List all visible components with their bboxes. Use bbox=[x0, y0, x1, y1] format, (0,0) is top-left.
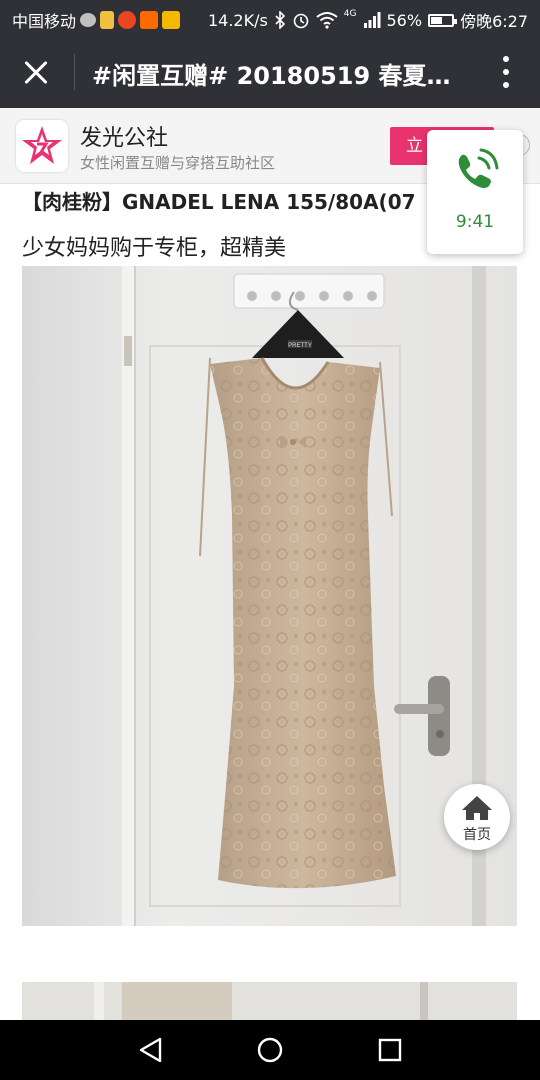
nav-bar: #闲置互赠# 20180519 春夏… bbox=[0, 36, 540, 108]
star-logo-icon bbox=[22, 126, 62, 164]
signal-icon bbox=[363, 12, 380, 28]
brand-name: 发光公社 bbox=[80, 126, 169, 151]
page-title: #闲置互赠# 20180519 春夏… bbox=[92, 62, 451, 90]
article-title: 【肉桂粉】GNADEL LENA 155/80A(07 bbox=[22, 190, 416, 214]
home-icon bbox=[462, 796, 492, 820]
system-nav-bar bbox=[0, 1020, 540, 1080]
status-bar: 中国移动 14.2K/s 4G 56% 傍晚6:27 bbox=[0, 0, 540, 36]
nav-divider bbox=[74, 54, 75, 90]
product-photo[interactable]: PRETTY bbox=[22, 266, 517, 926]
close-button[interactable] bbox=[14, 50, 58, 94]
call-duration: 9:41 bbox=[455, 212, 495, 232]
battery-fill bbox=[431, 16, 443, 24]
lock-icon bbox=[100, 11, 115, 29]
dress-photo-illustration: PRETTY bbox=[22, 266, 517, 926]
weibo-icon bbox=[118, 11, 137, 29]
star-icon bbox=[162, 11, 181, 29]
wifi-icon bbox=[316, 12, 338, 29]
carrier-label: 中国移动 bbox=[12, 12, 77, 31]
wechat-icon bbox=[80, 13, 97, 27]
system-nav-icons bbox=[139, 1037, 402, 1063]
bluetooth-icon bbox=[275, 11, 285, 29]
video-icon bbox=[140, 11, 159, 29]
floating-call-card[interactable]: 9:41 bbox=[427, 130, 523, 254]
status-right: 14.2K/s 4G 56% 傍晚6:27 bbox=[208, 8, 528, 32]
hanger-label: PRETTY bbox=[288, 343, 312, 349]
network-speed: 14.2K/s bbox=[207, 10, 268, 30]
app-logo bbox=[16, 120, 68, 172]
second-photo-illustration bbox=[22, 982, 517, 1022]
home-nav-icon[interactable] bbox=[257, 1037, 283, 1063]
article-description: 少女妈妈购于专柜，超精美 bbox=[22, 236, 287, 261]
clock: 傍晚6:27 bbox=[460, 12, 528, 31]
brand-subtitle: 女性闲置互赠与穿搭互助社区 bbox=[80, 154, 276, 172]
alarm-icon bbox=[293, 13, 309, 29]
battery-percent: 56% bbox=[386, 10, 423, 30]
recents-icon[interactable] bbox=[378, 1038, 402, 1062]
more-options-button[interactable] bbox=[502, 56, 510, 88]
phone-call-icon bbox=[458, 148, 499, 188]
back-icon[interactable] bbox=[139, 1037, 162, 1063]
home-float-button[interactable]: 首页 bbox=[444, 784, 510, 850]
product-photo-2[interactable] bbox=[22, 982, 517, 1022]
status-left: 中国移动 bbox=[12, 8, 181, 32]
home-label: 首页 bbox=[463, 827, 491, 843]
network-type: 4G bbox=[343, 9, 357, 19]
battery-icon bbox=[428, 13, 458, 27]
